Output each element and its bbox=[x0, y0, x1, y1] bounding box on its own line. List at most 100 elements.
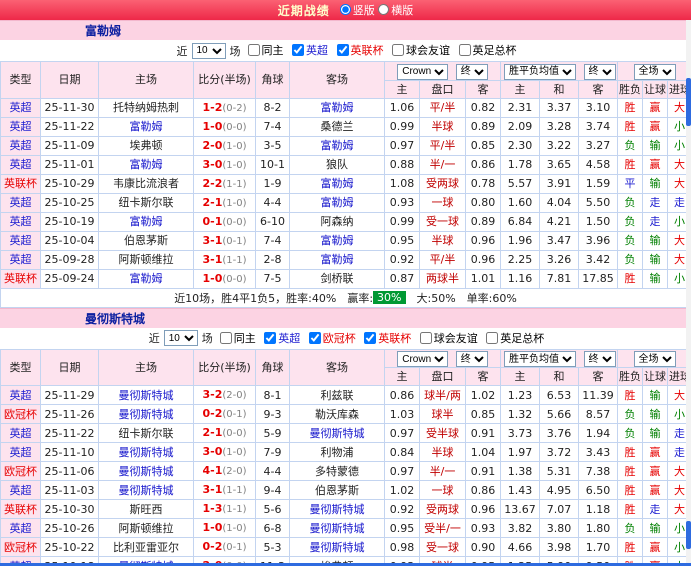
handicap-line: 球半 bbox=[419, 404, 466, 424]
layout-radio[interactable] bbox=[339, 4, 351, 16]
away-team: 富勒姆 bbox=[289, 173, 385, 194]
col-handicap-result: 让球 bbox=[642, 79, 668, 99]
vertical-scrollbar[interactable] bbox=[686, 20, 691, 563]
result-cell: 胜 bbox=[617, 499, 643, 519]
odds-time-select[interactable]: 终 bbox=[455, 351, 488, 367]
full-score: 3-1 bbox=[202, 483, 223, 496]
league-filter[interactable]: 英超 bbox=[264, 330, 300, 346]
league-filter-checkbox[interactable] bbox=[392, 44, 404, 56]
col-result: 胜负 bbox=[617, 367, 643, 386]
away-team: 伯恩茅斯 bbox=[289, 480, 385, 500]
full-score: 4-1 bbox=[202, 464, 223, 477]
league-type: 英超 bbox=[0, 249, 41, 270]
match-date: 25-10-30 bbox=[40, 499, 99, 519]
avg-away-odds: 1.94 bbox=[578, 423, 618, 443]
col-corner: 角球 bbox=[255, 348, 290, 386]
scope-select[interactable]: 全场 bbox=[633, 63, 676, 80]
league-filter[interactable]: 英联杯 bbox=[336, 42, 384, 58]
summary: 近10场，胜4平1负5，胜率:40% 赢率: 30% 大:50% 单率:60% bbox=[0, 288, 691, 308]
league-filter[interactable]: 同主 bbox=[247, 42, 284, 58]
league-filter[interactable]: 英超 bbox=[292, 42, 328, 58]
avg-draw-odds: 5.66 bbox=[539, 404, 579, 424]
corner-count: 3-5 bbox=[255, 135, 290, 156]
handicap-result-cell: 输 bbox=[642, 135, 668, 156]
league-filter-checkbox[interactable] bbox=[364, 331, 377, 344]
handicap-result-cell: 走 bbox=[642, 192, 668, 213]
col-avg-away: 客 bbox=[578, 79, 618, 99]
avg-draw-odds: 3.98 bbox=[539, 537, 579, 557]
league-filter[interactable]: 英足总杯 bbox=[486, 330, 544, 346]
avg-home-odds: 2.25 bbox=[500, 249, 540, 270]
match-date: 25-11-09 bbox=[40, 135, 99, 156]
odds-source-select[interactable]: Crown bbox=[397, 63, 449, 80]
league-filter[interactable]: 英足总杯 bbox=[458, 42, 517, 58]
league-filter-checkbox[interactable] bbox=[247, 44, 260, 56]
half-score: (0-0) bbox=[222, 216, 247, 228]
scope-select[interactable]: 全场 bbox=[633, 351, 676, 367]
league-filter-checkbox[interactable] bbox=[419, 331, 432, 344]
league-filter-checkbox[interactable] bbox=[486, 331, 499, 344]
league-filter-checkbox[interactable] bbox=[458, 44, 471, 56]
full-score: 3-1 bbox=[202, 233, 223, 247]
result-cell: 负 bbox=[617, 230, 643, 251]
match-row: 欧冠杯 25-10-22 比利亚雷亚尔 0-2(0-1) 5-3 曼彻斯特城 0… bbox=[0, 537, 691, 557]
league-filter[interactable]: 球会友谊 bbox=[392, 42, 450, 58]
near-label: 近 bbox=[148, 332, 160, 345]
league-type: 英超 bbox=[0, 518, 41, 538]
avg-draw-odds: 4.95 bbox=[539, 480, 579, 500]
games-count-select[interactable]: 10 bbox=[163, 330, 198, 346]
league-filter-checkbox[interactable] bbox=[336, 44, 349, 56]
half-score: (1-1) bbox=[222, 504, 247, 515]
summary-highlight: 30% bbox=[373, 291, 406, 304]
home-team: 托特纳姆热刺 bbox=[98, 97, 194, 118]
league-type: 英超 bbox=[0, 192, 41, 213]
crown-away-odds: 0.96 bbox=[465, 230, 501, 251]
league-filter-checkbox[interactable] bbox=[292, 44, 304, 56]
scope-header: 全场 bbox=[616, 61, 691, 81]
handicap-line: 受一球 bbox=[419, 537, 466, 557]
league-filter-checkbox[interactable] bbox=[308, 331, 321, 344]
col-crown-home: 主 bbox=[384, 79, 420, 99]
league-filter[interactable]: 英联杯 bbox=[364, 330, 411, 346]
away-team: 富勒姆 bbox=[289, 192, 385, 213]
team-name: 富勒姆 bbox=[85, 24, 122, 38]
avg-odds-header: 胜平负均值 终 bbox=[500, 61, 618, 81]
avg-home-odds: 3.73 bbox=[500, 423, 540, 443]
layout-radio-option[interactable]: 竖版 bbox=[339, 2, 375, 18]
odds-source-select[interactable]: Crown bbox=[397, 351, 449, 367]
handicap-result-cell: 赢 bbox=[642, 116, 668, 137]
scrollbar-thumb-top[interactable] bbox=[686, 78, 691, 126]
games-count-select[interactable]: 10 bbox=[191, 42, 226, 59]
league-filter-group: 同主 英超 欧冠杯 英联杯 球会友谊 英足总杯 bbox=[215, 330, 544, 347]
avg-source-select[interactable]: 胜平负均值 bbox=[504, 63, 576, 80]
away-team: 利物浦 bbox=[289, 442, 385, 462]
avg-time-select[interactable]: 终 bbox=[583, 351, 616, 367]
layout-radio[interactable] bbox=[378, 4, 390, 16]
league-filter[interactable]: 同主 bbox=[219, 330, 256, 346]
match-row: 英联杯 25-10-29 韦康比流浪者 2-2(1-1) 1-9 富勒姆 1.0… bbox=[0, 173, 691, 194]
league-type: 英超 bbox=[0, 97, 41, 118]
corner-count: 2-8 bbox=[255, 249, 290, 270]
handicap-line: 平/半 bbox=[419, 97, 466, 118]
handicap-line: 两球半 bbox=[419, 268, 466, 289]
handicap-line: 半球 bbox=[419, 442, 466, 462]
avg-home-odds: 1.23 bbox=[500, 385, 540, 405]
league-filter[interactable]: 欧冠杯 bbox=[308, 330, 356, 346]
match-row: 英超 25-11-09 埃弗顿 2-0(1-0) 3-5 富勒姆 0.97 平/… bbox=[0, 135, 691, 156]
avg-away-odds: 11.39 bbox=[578, 385, 618, 405]
league-filter-checkbox[interactable] bbox=[219, 331, 232, 344]
scrollbar-thumb-bottom[interactable] bbox=[686, 521, 691, 549]
avg-source-select[interactable]: 胜平负均值 bbox=[504, 351, 576, 367]
odds-time-select[interactable]: 终 bbox=[455, 63, 488, 80]
score-cell: 3-0(1-0) bbox=[193, 154, 256, 175]
league-filter-checkbox[interactable] bbox=[264, 331, 277, 344]
half-score: (0-2) bbox=[222, 102, 247, 114]
home-team: 斯旺西 bbox=[98, 499, 194, 519]
avg-away-odds: 1.59 bbox=[578, 173, 618, 194]
league-filter[interactable]: 球会友谊 bbox=[419, 330, 478, 346]
avg-time-select[interactable]: 终 bbox=[583, 63, 616, 80]
corner-count: 4-4 bbox=[255, 192, 290, 213]
layout-radio-option[interactable]: 横版 bbox=[378, 2, 413, 18]
half-score: (1-1) bbox=[222, 178, 247, 190]
league-filter-label: 英联杯 bbox=[350, 44, 384, 57]
